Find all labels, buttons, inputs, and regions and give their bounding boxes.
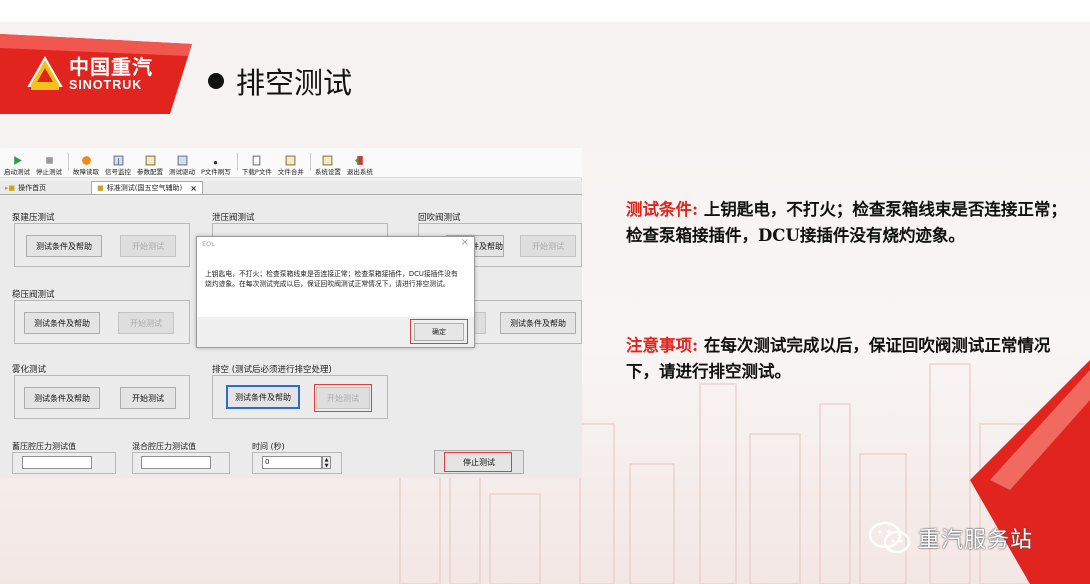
group-title-blowback: 回吹阀测试 [418, 213, 461, 223]
blowback-start-button[interactable]: 开始测试 [520, 235, 576, 257]
toolbar-separator [309, 153, 311, 171]
note-label: 测试条件: [626, 200, 699, 219]
toolbar-stop-test[interactable]: 停止测试 [36, 155, 62, 177]
toolbar-label: 下载P文件 [241, 168, 272, 176]
mix-pressure-field[interactable] [141, 456, 211, 469]
tab-home[interactable]: ▸■ 操作首页 [0, 181, 51, 194]
mix-pressure-label: 混合腔压力测试值 [132, 442, 196, 451]
bullet-icon [208, 73, 224, 89]
group-title-regulator: 稳压阀测试 [12, 290, 55, 300]
atomize-help-button[interactable]: 测试条件及帮助 [24, 387, 100, 409]
group-title-pump: 泵建压测试 [12, 213, 55, 223]
footer-brand-text: 重汽服务站 [918, 528, 1034, 553]
config-icon [145, 155, 155, 166]
time-spinner[interactable]: ▲ ▼ [322, 456, 331, 469]
pump-help-button[interactable]: 测试条件及帮助 [26, 235, 102, 257]
play-icon [13, 156, 22, 165]
toolbar-label: 启动测试 [4, 168, 30, 176]
group-title-relief: 泄压阀测试 [212, 213, 255, 223]
spin-down-icon: ▼ [324, 462, 329, 469]
toolbar-separator [236, 153, 238, 171]
toolbar-separator [68, 153, 69, 171]
toolbar-label: 系统设置 [314, 168, 341, 176]
toolbar-param-config[interactable]: 参数配置 [137, 155, 163, 177]
slide-title-text: 排空测试 [236, 66, 353, 100]
slide-title: 排空测试 [208, 60, 352, 102]
toolbar-label: 故障读取 [73, 168, 99, 176]
right-middle-help-button[interactable]: 测试条件及帮助 [500, 312, 576, 334]
dialog-ok-highlight [410, 319, 468, 344]
settings-icon [322, 155, 333, 166]
dialog-close-icon[interactable]: × [461, 237, 469, 248]
toolbar-system-settings[interactable]: 系统设置 [315, 155, 341, 177]
toolbar-label: P文件刷写 [201, 168, 231, 176]
toolbar-label: 文件合并 [277, 168, 304, 176]
toolbar-label: 信号监控 [105, 168, 131, 176]
wechat-icon [868, 521, 911, 554]
close-tab-icon[interactable]: × [190, 184, 197, 193]
top-strip [0, 0, 1090, 22]
fault-icon [81, 156, 91, 165]
merge-icon [285, 155, 296, 166]
toolbar-test-driver[interactable]: 测试驱动 [169, 155, 195, 177]
eol-dialog: EOL × 上钥匙电，不打火；检查泵箱线束是否连接正常；检查泵箱接插件，DCU接… [196, 236, 475, 348]
pump-start-button[interactable]: 开始测试 [120, 235, 176, 257]
monitor-icon [113, 155, 123, 166]
group-title-purge: 排空 (测试后必须进行排空处理) [212, 365, 332, 375]
toolbar: 启动测试 停止测试 故障读取 信号监控 参数配置 测试驱动 P文件刷写 下载P文… [0, 148, 582, 178]
time-label: 时间 (秒) [252, 442, 285, 451]
home-tab-icon: ▸■ [5, 183, 16, 192]
purge-start-highlight [314, 384, 372, 412]
tab-standard-test[interactable]: ■ 标准测试(国五空气辅助) × [91, 181, 203, 194]
regulator-help-button[interactable]: 测试条件及帮助 [24, 312, 100, 334]
download-icon [253, 155, 261, 166]
tab-label: 操作首页 [18, 183, 47, 192]
accum-pressure-label: 蓄压腔压力测试值 [12, 442, 76, 451]
dialog-footer: 确定 [197, 317, 474, 347]
atomize-start-button[interactable]: 开始测试 [120, 387, 176, 409]
test-tab-icon: ■ [97, 184, 104, 192]
logo-cn-text: 中国重汽 [69, 55, 153, 79]
toolbar-exit-system[interactable]: 退出系统 [347, 155, 373, 177]
toolbar-label: 退出系统 [346, 168, 373, 176]
toolbar-label: 参数配置 [137, 168, 163, 176]
toolbar-signal-monitor[interactable]: 信号监控 [105, 155, 131, 177]
toolbar-start-test[interactable]: 启动测试 [4, 155, 30, 177]
sinotruk-emblem-icon [27, 56, 63, 90]
toolbar-p-file-flash[interactable]: P文件刷写 [201, 155, 231, 177]
sinotruk-logo: 中国重汽 SINOTRUK [27, 56, 153, 92]
note-label: 注意事项: [626, 336, 699, 355]
flash-icon [214, 161, 218, 165]
group-title-atomize: 雾化测试 [12, 365, 47, 375]
dialog-message: 上钥匙电，不打火；检查泵箱线束是否连接正常；检查泵箱接插件，DCU接插件没有烧灼… [205, 270, 458, 288]
stop-icon [45, 157, 53, 164]
time-field[interactable]: 0 [262, 456, 322, 469]
test-conditions-note: 测试条件: 上钥匙电，不打火；检查泵箱线束是否连接正常；检查泵箱接插件，DCU接… [626, 197, 1068, 249]
logo-en-text: SINOTRUK [69, 78, 143, 92]
toolbar-label: 测试驱动 [169, 168, 195, 176]
regulator-start-button[interactable]: 开始测试 [118, 312, 174, 334]
exit-icon [355, 156, 364, 165]
toolbar-download-p-file[interactable]: 下载P文件 [242, 155, 272, 177]
toolbar-fault-read[interactable]: 故障读取 [73, 155, 99, 177]
toolbar-label: 停止测试 [36, 168, 62, 176]
tab-label: 标准测试(国五空气辅助) [106, 184, 183, 192]
stop-test-highlight [444, 452, 512, 472]
accum-pressure-field[interactable] [22, 456, 92, 469]
dialog-title: EOL [202, 240, 215, 248]
tab-bar: ▸■ 操作首页 ■ 标准测试(国五空气辅助) × [0, 181, 582, 195]
toolbar-file-merge[interactable]: 文件合并 [278, 155, 304, 177]
purge-help-button[interactable]: 测试条件及帮助 [226, 385, 300, 409]
eol-test-app-window: 启动测试 停止测试 故障读取 信号监控 参数配置 测试驱动 P文件刷写 下载P文… [0, 148, 582, 478]
wechat-brand: 重汽服务站 [868, 520, 1033, 556]
driver-icon [177, 155, 187, 166]
